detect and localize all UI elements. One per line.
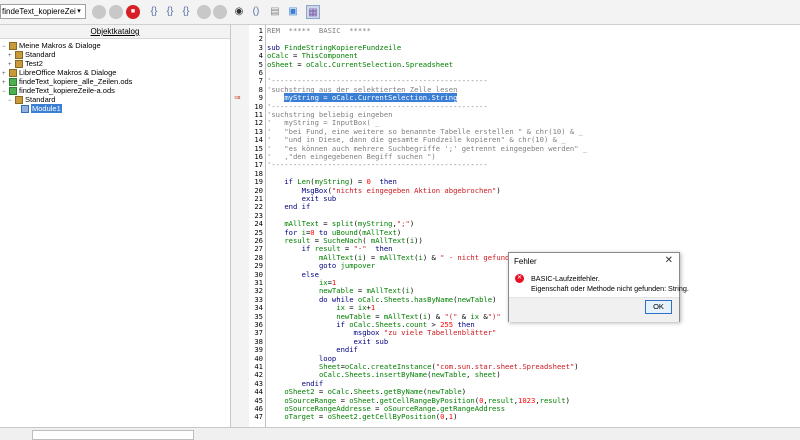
spreadsheet-icon: [9, 78, 17, 87]
find-parentheses-icon[interactable]: (): [249, 5, 263, 19]
module-icon: [21, 105, 29, 114]
code-line[interactable]: oSheet = oCalc.CurrentSelection.Spreadsh…: [267, 60, 453, 69]
dialog-title: Fehler: [514, 257, 537, 266]
library-icon: [15, 96, 23, 105]
insert-basic-source-icon[interactable]: ▤: [268, 5, 282, 19]
chevron-down-icon[interactable]: ▾: [74, 6, 84, 17]
dialog-message-line2: Eigenschaft oder Methode nicht gefunden:…: [531, 284, 689, 293]
code-line[interactable]: oTarget = oSheet2.getCellByPosition(0,1): [267, 412, 457, 421]
breakpoint-icon[interactable]: [197, 5, 211, 19]
close-icon[interactable]: ✕: [665, 255, 673, 266]
code-line[interactable]: '---------------------------------------…: [267, 161, 488, 169]
error-icon: ✕: [515, 274, 524, 283]
tree-item-libreoffice-macros[interactable]: + LibreOffice Makros & Dialoge: [2, 68, 116, 78]
tree-item-standard-doc[interactable]: − Standard: [8, 95, 55, 105]
step-over-icon[interactable]: {}: [163, 5, 177, 19]
library-icon: [15, 51, 23, 60]
code-line[interactable]: REM ***** BASIC *****: [267, 26, 371, 35]
watch-icon[interactable]: ◉: [232, 5, 246, 19]
error-dialog: Fehler ✕ ✕ BASIC-Laufzeitfehler. Eigensc…: [508, 252, 689, 322]
spreadsheet-icon: [9, 87, 17, 96]
import-dialog-icon[interactable]: ▦: [306, 5, 320, 19]
status-bar: [0, 427, 800, 440]
folder-icon: [9, 42, 17, 51]
library-combo[interactable]: findeText_kopiereZeile-a.ods ▾: [0, 4, 86, 19]
ok-button[interactable]: OK: [645, 300, 672, 314]
tree-item-module1[interactable]: Module1: [14, 104, 62, 114]
object-catalog-panel: Objektkatalog − Meine Makros & Dialoge + S…: [0, 25, 231, 427]
run-icon[interactable]: [109, 5, 123, 19]
tree-item-test2[interactable]: + Test2: [8, 59, 43, 69]
step-out-icon[interactable]: {}: [179, 5, 193, 19]
manage-breakpoints-icon[interactable]: [213, 5, 227, 19]
code-line[interactable]: end if: [267, 203, 310, 211]
dialog-message-line1: BASIC-Laufzeitfehler.: [531, 274, 600, 283]
tree-item-standard[interactable]: + Standard: [8, 50, 55, 60]
code-area[interactable]: REM ***** BASIC ***** sub FindeStringKopi…: [243, 25, 800, 427]
object-catalog-title: Objektkatalog: [0, 25, 230, 39]
tree-item-document-1[interactable]: + findeText_kopiere_alle_Zeilen.ods: [2, 77, 132, 87]
tree-item-my-macros[interactable]: − Meine Makros & Dialoge: [2, 41, 101, 51]
step-into-icon[interactable]: {}: [147, 5, 161, 19]
stop-icon[interactable]: ■: [126, 5, 140, 19]
folder-icon: [9, 69, 17, 78]
save-basic-icon[interactable]: ▣: [286, 5, 300, 19]
library-icon: [15, 60, 23, 69]
basic-code-editor[interactable]: 1 2 3 4 5 6 7 8 9 10 11 12 13 14 15 16 17 18 19 20 21 22 23 24 2…: [231, 25, 800, 427]
library-combo-value: findeText_kopiereZeile-a.ods: [2, 7, 76, 16]
compile-icon[interactable]: [92, 5, 106, 19]
macro-toolbar: findeText_kopiereZeile-a.ods ▾ ■ {} {} {…: [0, 0, 800, 25]
tree-item-document-2[interactable]: − findeText_kopiereZeile-a.ods: [2, 86, 115, 96]
